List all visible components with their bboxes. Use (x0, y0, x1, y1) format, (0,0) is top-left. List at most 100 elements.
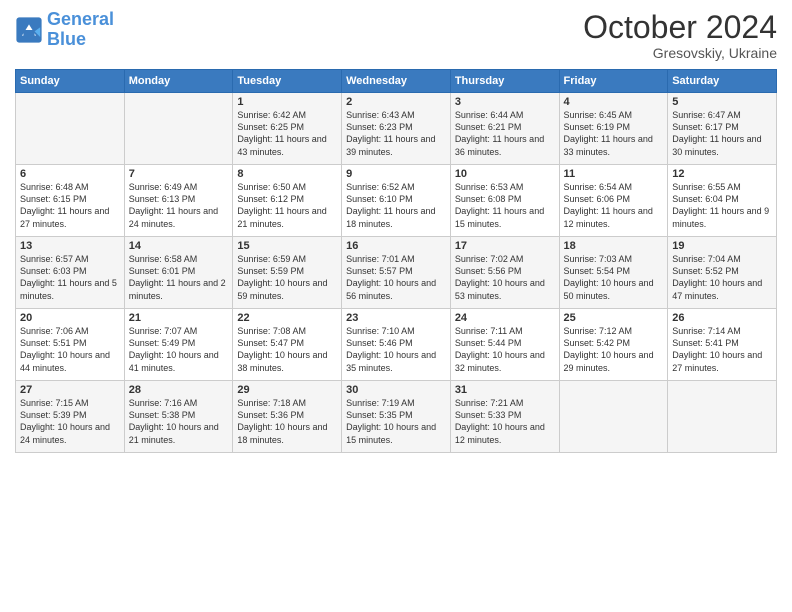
day-cell: 18Sunrise: 7:03 AMSunset: 5:54 PMDayligh… (559, 237, 668, 309)
day-info: Sunrise: 6:52 AMSunset: 6:10 PMDaylight:… (346, 181, 446, 230)
day-cell: 23Sunrise: 7:10 AMSunset: 5:46 PMDayligh… (342, 309, 451, 381)
day-number: 12 (672, 168, 772, 180)
day-cell: 3Sunrise: 6:44 AMSunset: 6:21 PMDaylight… (450, 93, 559, 165)
day-cell: 31Sunrise: 7:21 AMSunset: 5:33 PMDayligh… (450, 381, 559, 453)
day-info: Sunrise: 7:06 AMSunset: 5:51 PMDaylight:… (20, 325, 120, 374)
day-cell: 2Sunrise: 6:43 AMSunset: 6:23 PMDaylight… (342, 93, 451, 165)
day-cell: 25Sunrise: 7:12 AMSunset: 5:42 PMDayligh… (559, 309, 668, 381)
day-cell: 7Sunrise: 6:49 AMSunset: 6:13 PMDaylight… (124, 165, 233, 237)
day-info: Sunrise: 6:47 AMSunset: 6:17 PMDaylight:… (672, 109, 772, 158)
logo-line2: Blue (47, 29, 86, 49)
day-number: 9 (346, 168, 446, 180)
day-number: 10 (455, 168, 555, 180)
day-number: 6 (20, 168, 120, 180)
day-info: Sunrise: 7:15 AMSunset: 5:39 PMDaylight:… (20, 397, 120, 446)
day-cell: 30Sunrise: 7:19 AMSunset: 5:35 PMDayligh… (342, 381, 451, 453)
day-info: Sunrise: 6:49 AMSunset: 6:13 PMDaylight:… (129, 181, 229, 230)
day-cell: 24Sunrise: 7:11 AMSunset: 5:44 PMDayligh… (450, 309, 559, 381)
day-info: Sunrise: 7:18 AMSunset: 5:36 PMDaylight:… (237, 397, 337, 446)
day-number: 20 (20, 312, 120, 324)
day-info: Sunrise: 6:58 AMSunset: 6:01 PMDaylight:… (129, 253, 229, 302)
week-row-0: 1Sunrise: 6:42 AMSunset: 6:25 PMDaylight… (16, 93, 777, 165)
day-cell: 10Sunrise: 6:53 AMSunset: 6:08 PMDayligh… (450, 165, 559, 237)
logo: General Blue (15, 10, 114, 50)
header-cell-tuesday: Tuesday (233, 70, 342, 93)
day-number: 31 (455, 384, 555, 396)
day-number: 16 (346, 240, 446, 252)
day-cell: 1Sunrise: 6:42 AMSunset: 6:25 PMDaylight… (233, 93, 342, 165)
day-info: Sunrise: 7:03 AMSunset: 5:54 PMDaylight:… (564, 253, 664, 302)
day-number: 17 (455, 240, 555, 252)
title-block: October 2024 Gresovskiy, Ukraine (583, 10, 777, 61)
day-cell: 15Sunrise: 6:59 AMSunset: 5:59 PMDayligh… (233, 237, 342, 309)
day-cell: 6Sunrise: 6:48 AMSunset: 6:15 PMDaylight… (16, 165, 125, 237)
day-number: 4 (564, 96, 664, 108)
day-info: Sunrise: 7:02 AMSunset: 5:56 PMDaylight:… (455, 253, 555, 302)
day-cell: 4Sunrise: 6:45 AMSunset: 6:19 PMDaylight… (559, 93, 668, 165)
day-info: Sunrise: 6:57 AMSunset: 6:03 PMDaylight:… (20, 253, 120, 302)
day-cell: 16Sunrise: 7:01 AMSunset: 5:57 PMDayligh… (342, 237, 451, 309)
day-cell (559, 381, 668, 453)
header-cell-thursday: Thursday (450, 70, 559, 93)
day-info: Sunrise: 6:55 AMSunset: 6:04 PMDaylight:… (672, 181, 772, 230)
day-cell: 13Sunrise: 6:57 AMSunset: 6:03 PMDayligh… (16, 237, 125, 309)
day-number: 22 (237, 312, 337, 324)
day-info: Sunrise: 7:21 AMSunset: 5:33 PMDaylight:… (455, 397, 555, 446)
month-title: October 2024 (583, 10, 777, 45)
header-cell-monday: Monday (124, 70, 233, 93)
header-row: SundayMondayTuesdayWednesdayThursdayFrid… (16, 70, 777, 93)
day-cell: 11Sunrise: 6:54 AMSunset: 6:06 PMDayligh… (559, 165, 668, 237)
week-row-3: 20Sunrise: 7:06 AMSunset: 5:51 PMDayligh… (16, 309, 777, 381)
header-cell-wednesday: Wednesday (342, 70, 451, 93)
day-number: 29 (237, 384, 337, 396)
day-info: Sunrise: 7:16 AMSunset: 5:38 PMDaylight:… (129, 397, 229, 446)
day-number: 21 (129, 312, 229, 324)
day-info: Sunrise: 6:53 AMSunset: 6:08 PMDaylight:… (455, 181, 555, 230)
day-cell: 29Sunrise: 7:18 AMSunset: 5:36 PMDayligh… (233, 381, 342, 453)
day-number: 13 (20, 240, 120, 252)
day-cell: 14Sunrise: 6:58 AMSunset: 6:01 PMDayligh… (124, 237, 233, 309)
day-info: Sunrise: 7:12 AMSunset: 5:42 PMDaylight:… (564, 325, 664, 374)
header: General Blue October 2024 Gresovskiy, Uk… (15, 10, 777, 61)
day-number: 27 (20, 384, 120, 396)
header-cell-friday: Friday (559, 70, 668, 93)
day-cell: 5Sunrise: 6:47 AMSunset: 6:17 PMDaylight… (668, 93, 777, 165)
logo-text: General Blue (47, 10, 114, 50)
day-info: Sunrise: 7:07 AMSunset: 5:49 PMDaylight:… (129, 325, 229, 374)
day-info: Sunrise: 7:14 AMSunset: 5:41 PMDaylight:… (672, 325, 772, 374)
day-number: 30 (346, 384, 446, 396)
logo-line1: General (47, 9, 114, 29)
day-info: Sunrise: 6:59 AMSunset: 5:59 PMDaylight:… (237, 253, 337, 302)
day-number: 28 (129, 384, 229, 396)
day-info: Sunrise: 7:01 AMSunset: 5:57 PMDaylight:… (346, 253, 446, 302)
day-info: Sunrise: 6:50 AMSunset: 6:12 PMDaylight:… (237, 181, 337, 230)
week-row-1: 6Sunrise: 6:48 AMSunset: 6:15 PMDaylight… (16, 165, 777, 237)
day-number: 14 (129, 240, 229, 252)
day-info: Sunrise: 6:42 AMSunset: 6:25 PMDaylight:… (237, 109, 337, 158)
day-cell: 20Sunrise: 7:06 AMSunset: 5:51 PMDayligh… (16, 309, 125, 381)
calendar-table: SundayMondayTuesdayWednesdayThursdayFrid… (15, 69, 777, 453)
day-cell: 28Sunrise: 7:16 AMSunset: 5:38 PMDayligh… (124, 381, 233, 453)
day-number: 7 (129, 168, 229, 180)
location: Gresovskiy, Ukraine (583, 45, 777, 61)
day-info: Sunrise: 6:43 AMSunset: 6:23 PMDaylight:… (346, 109, 446, 158)
day-cell (16, 93, 125, 165)
day-cell (124, 93, 233, 165)
day-number: 8 (237, 168, 337, 180)
day-cell: 27Sunrise: 7:15 AMSunset: 5:39 PMDayligh… (16, 381, 125, 453)
day-info: Sunrise: 7:19 AMSunset: 5:35 PMDaylight:… (346, 397, 446, 446)
day-cell: 21Sunrise: 7:07 AMSunset: 5:49 PMDayligh… (124, 309, 233, 381)
day-cell: 22Sunrise: 7:08 AMSunset: 5:47 PMDayligh… (233, 309, 342, 381)
day-number: 1 (237, 96, 337, 108)
day-number: 3 (455, 96, 555, 108)
header-cell-sunday: Sunday (16, 70, 125, 93)
day-info: Sunrise: 6:45 AMSunset: 6:19 PMDaylight:… (564, 109, 664, 158)
day-number: 15 (237, 240, 337, 252)
day-number: 24 (455, 312, 555, 324)
calendar-container: General Blue October 2024 Gresovskiy, Uk… (0, 0, 792, 612)
day-cell: 26Sunrise: 7:14 AMSunset: 5:41 PMDayligh… (668, 309, 777, 381)
day-number: 11 (564, 168, 664, 180)
day-number: 18 (564, 240, 664, 252)
day-info: Sunrise: 6:48 AMSunset: 6:15 PMDaylight:… (20, 181, 120, 230)
day-cell: 9Sunrise: 6:52 AMSunset: 6:10 PMDaylight… (342, 165, 451, 237)
